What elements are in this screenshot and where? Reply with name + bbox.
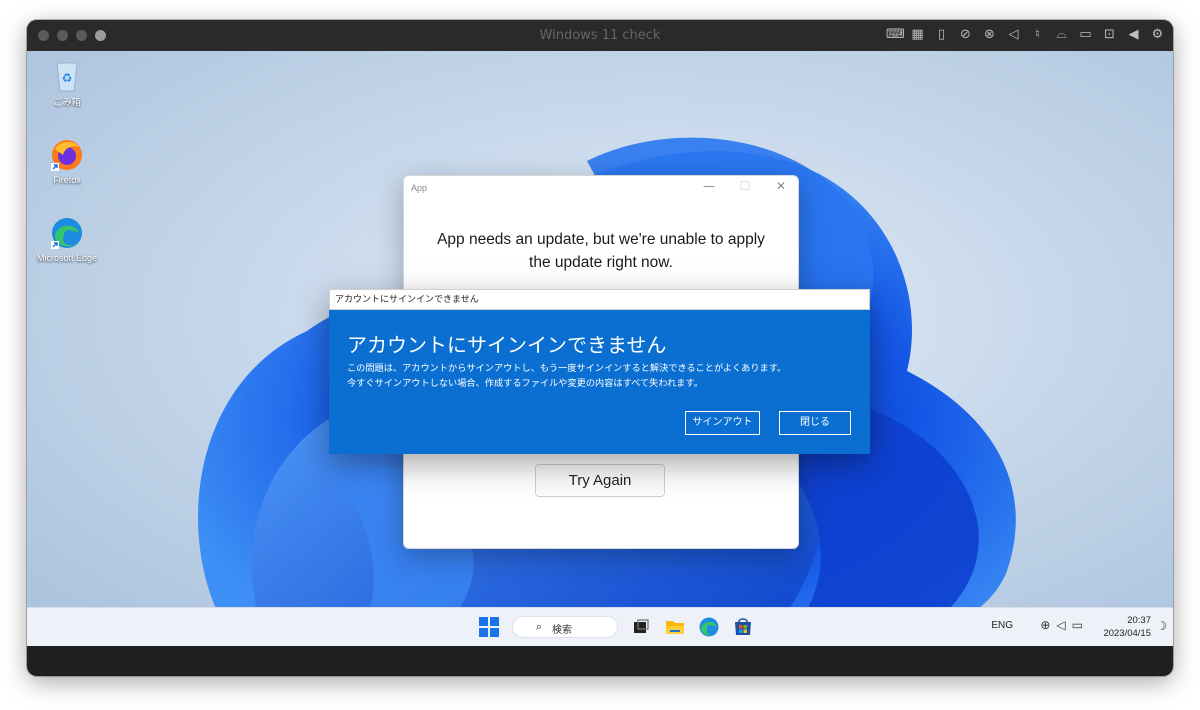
taskbar-search[interactable]: ⌕ 検索: [512, 616, 618, 638]
app-window-title: App: [411, 183, 428, 193]
windows-logo-icon: [479, 617, 499, 637]
dialog-close-button[interactable]: 閉じる: [779, 411, 851, 435]
desktop-icon-firefox[interactable]: Firefox: [27, 137, 107, 185]
folder-icon: [666, 621, 684, 634]
search-icon: ⌕: [536, 620, 543, 633]
no-mic-icon[interactable]: ⊗: [982, 26, 997, 44]
folder-share-icon[interactable]: ⊡: [1102, 26, 1117, 44]
file-explorer-button[interactable]: [664, 616, 686, 638]
desktop-icon-label: ごみ箱: [53, 97, 81, 107]
minimize-button[interactable]: —: [702, 179, 716, 193]
dialog-body: この問題は、アカウントからサインアウトし、もう一度サインインすると解決できること…: [347, 361, 786, 391]
no-camera-icon[interactable]: ⊘: [958, 26, 973, 44]
tray-icons[interactable]: ⊕ ◁ ▭: [1040, 618, 1083, 632]
search-label: 検索: [552, 625, 572, 636]
network-globe-icon: ⊕: [1040, 618, 1051, 632]
drive-icon[interactable]: ⌓: [1054, 26, 1069, 44]
taskbar: ⌕ 検索 ENG ⊕ ◁ ▭ 20:37 2023/04/15 ☽: [27, 607, 1173, 646]
edge-icon: [699, 617, 719, 637]
edge-icon: [49, 215, 85, 251]
task-view-button[interactable]: [630, 616, 652, 638]
video-off-icon[interactable]: ▭: [1078, 26, 1093, 44]
dialog-titlebar: アカウントにサインインできません: [329, 289, 870, 310]
keyboard-icon[interactable]: ⌨: [886, 26, 905, 44]
update-message-line1: App needs an update, but we're unable to…: [437, 231, 765, 248]
system-tray: ENG ⊕ ◁ ▭ 20:37 2023/04/15 ☽: [913, 608, 1173, 646]
clock-date: 2023/04/15: [1103, 628, 1151, 639]
recycle-bin-icon: ♻: [49, 57, 85, 93]
volume-icon: ◁: [1056, 618, 1066, 632]
back-triangle-icon[interactable]: ◀: [1126, 26, 1141, 44]
close-button[interactable]: ✕: [774, 179, 788, 193]
usb-icon[interactable]: ▯: [934, 26, 949, 44]
store-button[interactable]: [732, 616, 754, 638]
cpu-icon[interactable]: ▦: [910, 26, 925, 44]
signin-error-dialog: アカウントにサインインできません アカウントにサインインできません この問題は、…: [329, 289, 870, 454]
do-not-disturb-icon[interactable]: ☽: [1156, 619, 1167, 633]
speaker-icon[interactable]: ◁: [1006, 26, 1021, 44]
app-window-controls: — ☐ ✕: [702, 179, 788, 193]
maximize-button[interactable]: ☐: [738, 179, 752, 193]
vm-toolbar: ⌨ ▦ ▯ ⊘ ⊗ ◁ ♮ ⌓ ▭ ⊡ ◀ ⚙: [886, 26, 1165, 44]
desktop-icon-edge[interactable]: Microsoft Edge: [27, 215, 107, 263]
battery-icon: ▭: [1071, 618, 1083, 632]
language-indicator[interactable]: ENG: [991, 620, 1013, 631]
desktop: ♻ ごみ箱 Firefox Microsoft Edge App — ☐ ✕ A…: [27, 51, 1173, 638]
vm-titlebar: Windows 11 check ⌨ ▦ ▯ ⊘ ⊗ ◁ ♮ ⌓ ▭ ⊡ ◀ ⚙: [27, 20, 1173, 51]
svg-text:♻: ♻: [62, 71, 73, 85]
update-message: App needs an update, but we're unable to…: [404, 228, 798, 274]
dialog-body-line2: 今すぐサインアウトしない場合、作成するファイルや変更の内容はすべて失われます。: [347, 378, 703, 389]
start-button[interactable]: [478, 616, 500, 638]
microphone-icon[interactable]: ♮: [1030, 26, 1045, 44]
edge-taskbar-button[interactable]: [698, 616, 720, 638]
clock[interactable]: 20:37 2023/04/15: [1103, 614, 1151, 640]
update-message-line2: the update right now.: [529, 254, 673, 271]
gear-icon[interactable]: ⚙: [1150, 26, 1165, 44]
taskbar-center: ⌕ 検索: [478, 616, 766, 638]
firefox-icon: [49, 137, 85, 173]
desktop-icon-label: Microsoft Edge: [36, 253, 98, 263]
task-view-icon: [634, 619, 649, 633]
microsoft-store-icon: [735, 618, 751, 635]
vm-window: Windows 11 check ⌨ ▦ ▯ ⊘ ⊗ ◁ ♮ ⌓ ▭ ⊡ ◀ ⚙: [27, 20, 1173, 676]
signout-button[interactable]: サインアウト: [685, 411, 760, 435]
dialog-heading: アカウントにサインインできません: [347, 333, 667, 357]
dialog-body-line1: この問題は、アカウントからサインアウトし、もう一度サインインすると解決できること…: [347, 363, 787, 374]
desktop-icon-recycle-bin[interactable]: ♻ ごみ箱: [27, 57, 107, 108]
try-again-button[interactable]: Try Again: [535, 464, 665, 497]
clock-time: 20:37: [1127, 615, 1151, 626]
desktop-icon-label: Firefox: [53, 175, 81, 185]
